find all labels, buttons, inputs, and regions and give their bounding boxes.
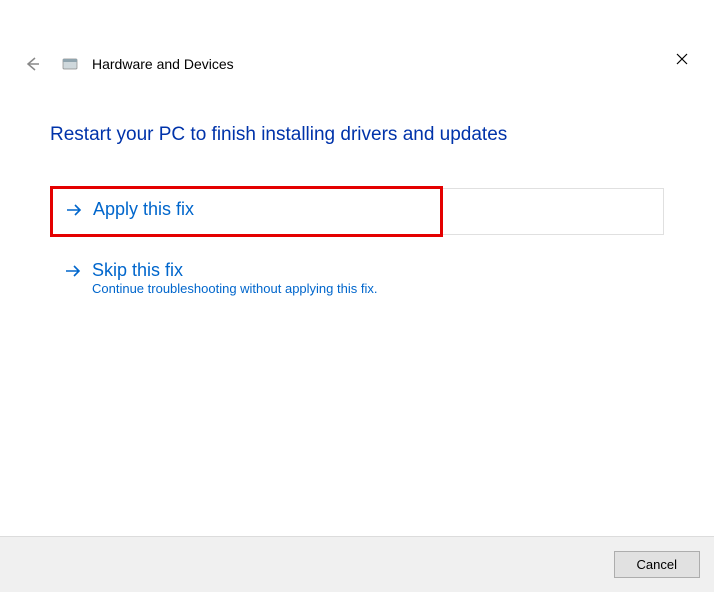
apply-fix-title: Apply this fix [93, 199, 194, 220]
back-arrow-icon [23, 55, 41, 73]
arrow-right-icon [65, 201, 83, 219]
header: Hardware and Devices [0, 38, 714, 76]
back-button [20, 52, 44, 76]
content-area: Restart your PC to finish installing dri… [0, 76, 714, 310]
footer: Cancel [0, 536, 714, 592]
skip-fix-option[interactable]: Skip this fix Continue troubleshooting w… [50, 247, 664, 310]
skip-fix-title: Skip this fix [92, 260, 183, 281]
options-list: Apply this fix Skip this fix Continue tr… [50, 186, 664, 310]
cancel-button[interactable]: Cancel [614, 551, 700, 578]
page-heading: Restart your PC to finish installing dri… [50, 124, 664, 146]
window-title: Hardware and Devices [92, 56, 234, 72]
arrow-right-icon [64, 262, 82, 280]
close-button[interactable] [668, 48, 696, 74]
skip-fix-subtitle: Continue troubleshooting without applyin… [92, 281, 650, 296]
troubleshooter-icon [62, 56, 78, 72]
apply-fix-option[interactable]: Apply this fix [50, 186, 664, 237]
close-icon [676, 53, 688, 65]
